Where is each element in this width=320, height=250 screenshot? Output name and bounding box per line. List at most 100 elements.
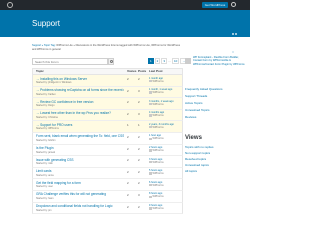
get-wordpress-button[interactable]: Get WordPress: [202, 2, 228, 8]
page-title[interactable]: Support: [32, 19, 60, 28]
posts-count: 3: [138, 111, 140, 116]
posts-count: 2: [138, 204, 140, 209]
avatar: [149, 160, 152, 164]
breadcrumb: Support » Topic Tag: WPForms Lite » Disc…: [32, 44, 182, 52]
table-row: GRA Challenge verifies this for will not…: [32, 190, 183, 203]
last-post-cell: 2 hours ago WPForms: [149, 146, 183, 152]
avatar: [149, 102, 152, 106]
topic-title-link[interactable]: → Support for PRO users: [36, 123, 124, 127]
plugin-name-link[interactable]: WP Formsplaint - Flexible Form Builder, …: [193, 56, 245, 66]
topic-title-link[interactable]: → Review GC confidence in free version: [36, 100, 124, 104]
topic-title-link[interactable]: → Problems showing reCaptcha on all form…: [36, 88, 124, 92]
view-all-topics[interactable]: All topics: [185, 168, 245, 174]
last-post-cell: 5 hours ago WPForms: [149, 169, 183, 175]
table-row: Limit cards Started by: anna 2 2 5 hours ago…: [32, 167, 183, 180]
site-header: Support: [0, 10, 250, 53]
page-3[interactable]: 3: [161, 58, 168, 64]
voices-count: 2: [127, 146, 129, 151]
header-posts: Posts: [138, 69, 147, 73]
last-post-author[interactable]: WPForms: [153, 161, 164, 164]
wordpress-logo-icon[interactable]: [7, 2, 13, 8]
topic-title-link[interactable]: Is the Plugin: [36, 146, 124, 150]
last-post-author[interactable]: WPForms: [153, 91, 164, 94]
voices-count: 1: [127, 123, 129, 128]
avatar: [149, 183, 152, 187]
sidebar-link-reviews[interactable]: Reviews: [185, 114, 245, 121]
last-post-author[interactable]: WPForms: [153, 126, 164, 129]
last-post-author[interactable]: WPForms: [153, 114, 164, 117]
topic-title-link[interactable]: GRA Challenge verifies this for will not…: [36, 192, 124, 196]
topic-title-link[interactable]: → Installing this on Windows Server: [36, 77, 124, 81]
page-last[interactable]: 10: [172, 58, 180, 64]
topic-starter: Started by: WPForms: [36, 127, 59, 131]
top-bar: Get WordPress: [0, 0, 250, 10]
avatar: [149, 114, 152, 117]
pagination: 1 2 3… 10 →: [148, 58, 188, 65]
posts-count: 1: [138, 123, 140, 128]
posts-count: 2: [138, 169, 140, 174]
topic-title-link[interactable]: Dropdown and conditional fields not hand…: [36, 204, 124, 208]
voices-count: 2: [127, 158, 129, 163]
page-1[interactable]: 1: [148, 58, 154, 64]
header-last-post: Last Post: [149, 69, 163, 73]
forum-search-button[interactable]: [108, 58, 114, 65]
table-row: → Support for PRO users Started by: WPFor…: [32, 121, 183, 133]
header-voices: Voices: [127, 69, 137, 73]
breadcrumb-prefix[interactable]: Support » Topic Tag:: [32, 44, 56, 47]
voices-count: 2: [127, 100, 129, 105]
topic-title-link[interactable]: Get the field mapping for a form: [36, 181, 124, 185]
topic-title-link[interactable]: → Lowest free other than in the wp Pros …: [36, 111, 124, 115]
plugin-links: Frequently Asked Questions Support Threa…: [185, 86, 245, 121]
voices-count: 2: [127, 192, 129, 197]
posts-count: 2: [138, 100, 140, 105]
last-post-author[interactable]: WPForms: [153, 149, 164, 152]
sidebar-link-active-topics[interactable]: Active Topics: [185, 100, 245, 107]
topic-starter: Started by: Diogo: [36, 104, 55, 108]
last-post-author[interactable]: WPForms: [153, 172, 164, 175]
last-post-author[interactable]: WPForms: [153, 137, 164, 140]
topic-starter: Started by: jbridge11 in: Windows: [36, 81, 72, 84]
topic-title-link[interactable]: Form sent, blank email when generating t…: [36, 134, 124, 138]
topic-title-link[interactable]: Limit cards: [36, 169, 124, 173]
last-post-author[interactable]: WPForms: [153, 207, 164, 210]
avatar: [149, 195, 152, 199]
posts-count: 2: [138, 158, 140, 163]
voices-count: 2: [127, 181, 129, 186]
page-2[interactable]: 2: [154, 58, 161, 64]
pagination-ellipsis: …: [168, 59, 172, 63]
sidebar-link-support-threads[interactable]: Support Threads: [185, 93, 245, 100]
posts-count: 2: [138, 146, 140, 151]
table-row: → Problems showing reCaptcha on all form…: [32, 86, 183, 99]
sidebar-link-unresolved-topics[interactable]: Unresolved Topics: [185, 107, 245, 114]
table-row: Issue with generating CSS Started by: mkk…: [32, 156, 183, 168]
topic-starter: Started by: Karlien: [36, 92, 56, 96]
breadcrumb-tag: WPForms Lite: [56, 44, 73, 47]
last-post-cell: 1 hour ago WPForms: [149, 134, 183, 140]
last-post-author[interactable]: WPForms: [153, 80, 164, 83]
topic-title-link[interactable]: Issue with generating CSS: [36, 158, 124, 162]
topics-table-header: Topic Voices Posts Last Post: [32, 68, 183, 75]
posts-count: 2: [138, 77, 140, 81]
topic-starter: Started by: Christina: [36, 115, 58, 119]
sidebar-link-faq[interactable]: Frequently Asked Questions: [185, 86, 245, 93]
topic-starter: Started by: user: [36, 185, 53, 189]
topics-table: → Installing this on Windows Server Start…: [32, 75, 183, 215]
last-post-author[interactable]: WPForms: [153, 184, 164, 187]
table-row: Is the Plugin Started by: jamesl 2 2 2 hours…: [32, 144, 183, 157]
menu-icon[interactable]: [232, 22, 240, 53]
table-row: → Installing this on Windows Server Start…: [32, 75, 183, 87]
last-post-author[interactable]: WPForms: [153, 103, 164, 106]
voices-count: 2: [127, 88, 129, 93]
topic-starter: Started by: bdohm: [36, 138, 56, 142]
last-post-cell: 9 hours ago WPForms: [149, 204, 183, 210]
plugin-icon[interactable]: [185, 58, 191, 64]
topic-starter: Started by: jamesl: [36, 150, 56, 154]
posts-count: 3: [138, 88, 140, 93]
last-post-author[interactable]: WPForms: [153, 195, 164, 198]
topic-starter: Started by: hasn: [36, 196, 54, 200]
avatar: [149, 137, 152, 141]
search-icon[interactable]: [231, 2, 236, 7]
table-row: Get the field mapping for a form Started …: [32, 179, 183, 191]
forum-search-input[interactable]: [32, 58, 108, 65]
voices-count: 2: [127, 169, 129, 174]
